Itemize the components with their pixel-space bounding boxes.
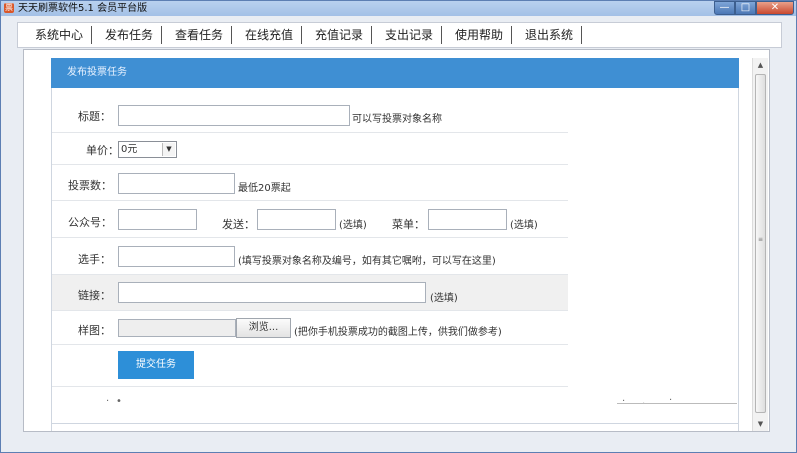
grip-icon: ≡ xyxy=(758,236,764,243)
price-row: 单价： 0元 ▼ xyxy=(52,133,568,165)
close-button[interactable]: ✕ xyxy=(756,1,794,15)
scroll-thumb[interactable]: ≡ xyxy=(755,74,766,413)
window-title: 天天刷票软件5.1 会员平台版 xyxy=(18,3,148,14)
link-hint: (选填) xyxy=(430,293,458,304)
sample-label: 样图： xyxy=(78,324,111,337)
account-input[interactable] xyxy=(118,209,197,230)
price-select[interactable]: 0元 ▼ xyxy=(118,141,177,158)
menu-label: 菜单： xyxy=(392,218,425,231)
task-form: 标题： 可以写投票对象名称 单价： 0元 ▼ 投票数： 最低20票起 公众号： xyxy=(51,88,739,431)
link-input[interactable] xyxy=(118,282,426,303)
tab-system-center[interactable]: 系统中心 xyxy=(27,26,93,44)
submit-row: 提交任务 xyxy=(52,345,568,387)
title-input[interactable] xyxy=(118,105,350,126)
tab-online-recharge[interactable]: 在线充值 xyxy=(237,26,303,44)
panel-title: 发布投票任务 xyxy=(51,58,739,88)
footer-dot: • xyxy=(116,396,122,407)
send-label: 发送： xyxy=(222,218,255,231)
account-label: 公众号： xyxy=(68,216,112,229)
player-row: 选手： (填写投票对象名称及编号，如有其它嘱咐，可以写在这里) xyxy=(52,238,568,275)
send-input[interactable] xyxy=(257,209,336,230)
price-label: 单价： xyxy=(86,144,119,157)
app-window: 票 天天刷票软件5.1 会员平台版 — □ ✕ 系统中心 发布任务 查看任务 在… xyxy=(0,0,797,453)
minimize-button[interactable]: — xyxy=(714,1,735,15)
submit-task-button[interactable]: 提交任务 xyxy=(118,351,194,379)
menu-input[interactable] xyxy=(428,209,507,230)
tab-help[interactable]: 使用帮助 xyxy=(447,26,513,44)
menu-hint: (选填) xyxy=(510,220,538,231)
vertical-scrollbar[interactable]: ▲ ≡ ▼ xyxy=(752,58,768,431)
sample-hint: (把你手机投票成功的截图上传，供我们做参考) xyxy=(294,327,502,338)
panel-bottom-border xyxy=(51,423,739,424)
title-row: 标题： 可以写投票对象名称 xyxy=(52,96,568,133)
menu-bar: 系统中心 发布任务 查看任务 在线充值 充值记录 支出记录 使用帮助 退出系统 xyxy=(17,22,782,48)
footer-dot: · xyxy=(106,396,110,407)
tab-publish-task[interactable]: 发布任务 xyxy=(97,26,163,44)
maximize-button[interactable]: □ xyxy=(735,1,756,15)
content-frame: 发布投票任务 标题： 可以写投票对象名称 单价： 0元 ▼ 投票数： 最低20票… xyxy=(23,49,770,432)
player-input[interactable] xyxy=(118,246,235,267)
price-value: 0元 xyxy=(121,144,138,155)
player-hint: (填写投票对象名称及编号，如有其它嘱咐，可以写在这里) xyxy=(238,256,496,267)
browse-button[interactable]: 浏览... xyxy=(236,318,291,338)
title-label: 标题： xyxy=(78,110,111,123)
tab-recharge-records[interactable]: 充值记录 xyxy=(307,26,373,44)
tab-exit-system[interactable]: 退出系统 xyxy=(517,26,583,44)
footer-divider xyxy=(617,403,737,404)
votes-label: 投票数： xyxy=(68,179,112,192)
app-icon: 票 xyxy=(4,3,14,13)
votes-row: 投票数： 最低20票起 xyxy=(52,165,568,201)
footer-dot: · xyxy=(622,396,626,407)
chevron-down-icon[interactable]: ▼ xyxy=(162,143,175,156)
link-row: 链接： (选填) xyxy=(52,275,568,311)
tab-view-task[interactable]: 查看任务 xyxy=(167,26,233,44)
footer-dot: . xyxy=(642,396,646,407)
tab-expense-records[interactable]: 支出记录 xyxy=(377,26,443,44)
scroll-up-icon[interactable]: ▲ xyxy=(753,58,768,72)
sample-file-path xyxy=(118,319,236,337)
scroll-down-icon[interactable]: ▼ xyxy=(753,417,768,431)
account-row: 公众号： 发送： (选填) 菜单： (选填) xyxy=(52,201,568,238)
title-hint: 可以写投票对象名称 xyxy=(352,114,442,125)
votes-hint: 最低20票起 xyxy=(238,183,291,194)
sample-row: 样图： 浏览... (把你手机投票成功的截图上传，供我们做参考) xyxy=(52,311,568,345)
title-bar[interactable]: 票 天天刷票软件5.1 会员平台版 — □ ✕ xyxy=(1,1,796,16)
footer-dot: · xyxy=(669,395,673,406)
link-label: 链接： xyxy=(78,289,111,302)
votes-input[interactable] xyxy=(118,173,235,194)
player-label: 选手： xyxy=(78,253,111,266)
send-hint: (选填) xyxy=(339,220,367,231)
